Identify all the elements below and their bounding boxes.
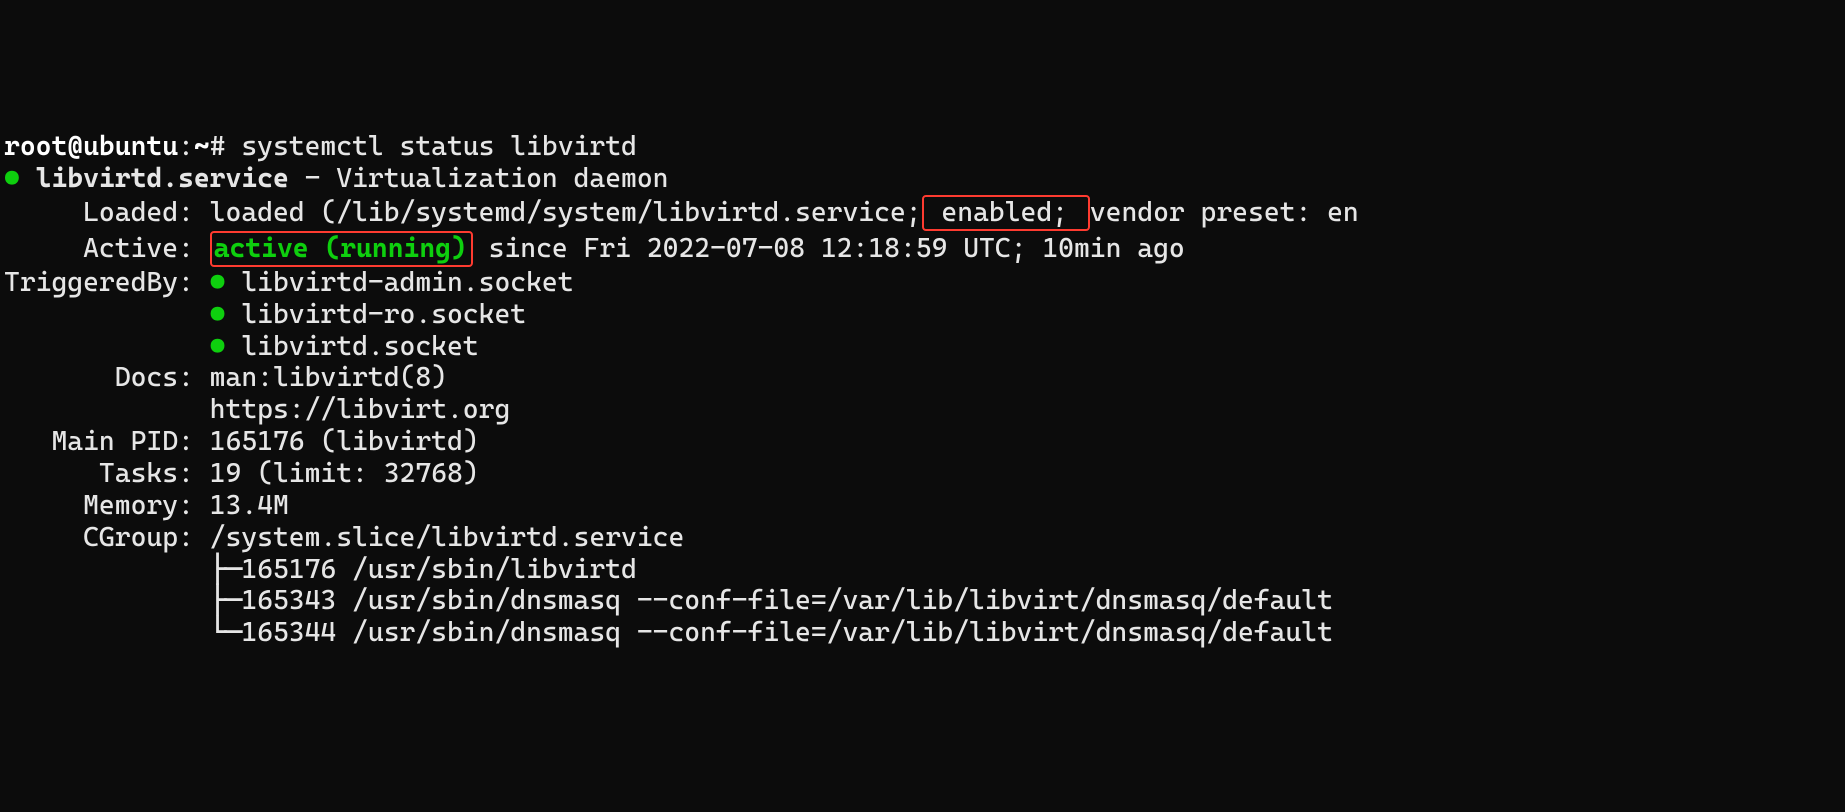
docs-value-2: https://libvirt.org — [210, 394, 511, 425]
triggeredby-line-1: TriggeredBy: ● libvirtd-admin.socket — [4, 267, 574, 298]
triggered-socket-2: libvirtd-ro.socket — [226, 299, 527, 330]
active-since: since Fri 2022-07-08 12:18:59 UTC; 10min… — [473, 233, 1185, 264]
tree-branch-icon: ├─ — [210, 554, 242, 585]
cgroup-proc-2-text: 165343 /usr/sbin/dnsmasq --conf-file=/va… — [241, 585, 1333, 616]
cgroup-proc-1: ├─165176 /usr/sbin/libvirtd — [4, 554, 637, 585]
loaded-label: Loaded: — [4, 197, 210, 228]
prompt-at: @ — [67, 131, 83, 162]
cgroup-pad — [4, 585, 210, 616]
cgroup-pad — [4, 617, 210, 648]
memory-value: 13.4M — [210, 490, 289, 521]
cgroup-pad — [4, 554, 210, 585]
cgroup-path: /system.slice/libvirtd.service — [210, 522, 685, 553]
prompt-line: root@ubuntu:~# systemctl status libvirtd — [4, 131, 637, 162]
service-dash: - — [289, 163, 336, 194]
triggered-pad — [4, 331, 210, 362]
prompt-host: ubuntu — [83, 131, 178, 162]
socket-dot-icon: ● — [210, 299, 226, 330]
triggered-pad — [4, 299, 210, 330]
memory-line: Memory: 13.4M — [4, 490, 289, 521]
cgroup-proc-2: ├─165343 /usr/sbin/dnsmasq --conf-file=/… — [4, 585, 1333, 616]
tree-branch-icon: ├─ — [210, 585, 242, 616]
cgroup-line: CGroup: /system.slice/libvirtd.service — [4, 522, 684, 553]
cgroup-proc-1-text: 165176 /usr/sbin/libvirtd — [241, 554, 637, 585]
cgroup-proc-3-text: 165344 /usr/sbin/dnsmasq --conf-file=/va… — [241, 617, 1333, 648]
active-highlight: active (running) — [210, 231, 473, 267]
loaded-post: vendor preset: en — [1090, 197, 1359, 228]
terminal-output: root@ubuntu:~# systemctl status libvirtd… — [4, 131, 1841, 649]
triggeredby-line-3: ● libvirtd.socket — [4, 331, 479, 362]
memory-label: Memory: — [4, 490, 210, 521]
docs-label: Docs: — [4, 362, 210, 393]
active-label: Active: — [4, 233, 210, 264]
active-status: active (running) — [214, 233, 467, 264]
triggeredby-line-2: ● libvirtd-ro.socket — [4, 299, 526, 330]
prompt-hash: # — [210, 131, 242, 162]
tree-end-icon: └─ — [210, 617, 242, 648]
service-description: Virtualization daemon — [336, 163, 668, 194]
prompt-path: ~ — [194, 131, 210, 162]
service-header-line: ● libvirtd.service - Virtualization daem… — [4, 163, 668, 194]
prompt-user: root — [4, 131, 67, 162]
triggered-socket-3: libvirtd.socket — [226, 331, 479, 362]
status-dot-icon: ● — [4, 163, 20, 194]
docs-value-1: man:libvirtd(8) — [210, 362, 447, 393]
service-name: libvirtd.service — [36, 163, 289, 194]
tasks-line: Tasks: 19 (limit: 32768) — [4, 458, 479, 489]
enabled-highlight: enabled; — [922, 195, 1090, 231]
socket-dot-icon: ● — [210, 267, 226, 298]
triggeredby-label: TriggeredBy: — [4, 267, 210, 298]
cgroup-label: CGroup: — [4, 522, 210, 553]
loaded-pre: loaded (/lib/systemd/system/libvirtd.ser… — [210, 197, 922, 228]
command-text: systemctl status libvirtd — [241, 131, 637, 162]
enabled-text: enabled; — [926, 197, 1084, 228]
socket-dot-icon: ● — [210, 331, 226, 362]
triggered-socket-1: libvirtd-admin.socket — [226, 267, 574, 298]
mainpid-line: Main PID: 165176 (libvirtd) — [4, 426, 479, 457]
mainpid-value: 165176 (libvirtd) — [210, 426, 479, 457]
cgroup-proc-3: └─165344 /usr/sbin/dnsmasq --conf-file=/… — [4, 617, 1333, 648]
docs-line-1: Docs: man:libvirtd(8) — [4, 362, 447, 393]
prompt-colon: : — [178, 131, 194, 162]
docs-pad — [4, 394, 210, 425]
tasks-value: 19 (limit: 32768) — [210, 458, 479, 489]
active-line: Active: active (running) since Fri 2022-… — [4, 233, 1185, 264]
tasks-label: Tasks: — [4, 458, 210, 489]
loaded-line: Loaded: loaded (/lib/systemd/system/libv… — [4, 197, 1359, 228]
docs-line-2: https://libvirt.org — [4, 394, 510, 425]
mainpid-label: Main PID: — [4, 426, 210, 457]
